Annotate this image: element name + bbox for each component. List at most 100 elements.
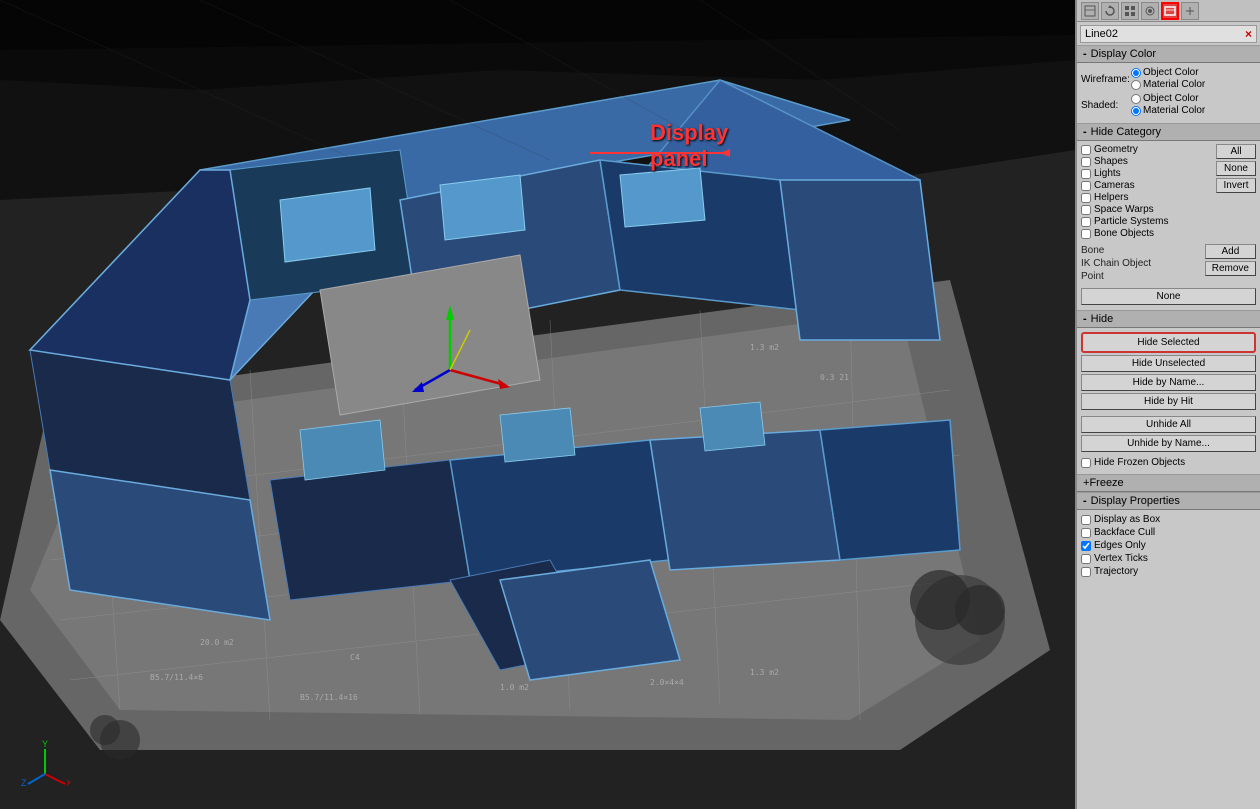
bone-list-items: Bone IK Chain Object Point [1081,244,1202,283]
display-annotation: Display panel [650,120,728,173]
svg-text:X: X [66,778,70,788]
point-item: Point [1081,270,1202,283]
invert-button[interactable]: Invert [1216,178,1256,193]
none-btn-container: None [1081,288,1256,307]
helpers-label: Helpers [1094,192,1128,203]
helpers-row: Helpers [1081,192,1213,203]
display-as-box-checkbox[interactable] [1081,515,1091,525]
hide-frozen-label: Hide Frozen Objects [1094,457,1185,468]
shaded-object-color-radio[interactable] [1131,94,1141,104]
svg-text:Y: Y [42,739,48,749]
trajectory-checkbox[interactable] [1081,567,1091,577]
ik-chain-item: IK Chain Object [1081,257,1202,270]
display-properties-header[interactable]: - Display Properties [1077,492,1260,510]
display-properties-title: Display Properties [1091,495,1180,507]
svg-text:B5.7/11.4×16: B5.7/11.4×16 [300,693,358,702]
wireframe-object-color-radio[interactable] [1131,68,1141,78]
bone-add-remove-row: Bone IK Chain Object Point Add Remove [1081,244,1256,283]
svg-text:0.3 21: 0.3 21 [820,373,849,382]
lights-label: Lights [1094,168,1121,179]
unhide-by-name-button[interactable]: Unhide by Name... [1081,435,1256,452]
display-color-content: Wireframe: Object Color Material Color S… [1077,63,1260,123]
hide-unselected-button[interactable]: Hide Unselected [1081,355,1256,372]
freeze-header[interactable]: + Freeze [1077,474,1260,492]
edges-only-checkbox[interactable] [1081,541,1091,551]
hide-category-header[interactable]: - Hide Category [1077,123,1260,141]
shaded-material-color-label: Material Color [1143,105,1205,116]
vertex-ticks-checkbox[interactable] [1081,554,1091,564]
shaded-row: Shaded: Object Color Material Color [1081,93,1256,117]
toolbar-icon-1[interactable] [1081,2,1099,20]
bone-objects-label: Bone Objects [1094,228,1154,239]
hide-header[interactable]: - Hide [1077,310,1260,328]
add-button[interactable]: Add [1205,244,1256,259]
bone-item: Bone [1081,244,1202,257]
toolbar-icon-display-active[interactable] [1161,2,1179,20]
trajectory-label: Trajectory [1094,566,1138,577]
wireframe-object-color-label: Object Color [1143,67,1199,78]
edges-only-row: Edges Only [1081,540,1256,551]
display-color-header[interactable]: - Display Color [1077,45,1260,63]
shaded-material-color-radio[interactable] [1131,106,1141,116]
wireframe-material-color-radio[interactable] [1131,80,1141,90]
bone-objects-checkbox[interactable] [1081,229,1091,239]
toolbar-icon-6[interactable] [1181,2,1199,20]
svg-text:1.0 m2: 1.0 m2 [500,683,529,692]
shaded-option-1[interactable]: Object Color [1131,93,1205,104]
right-panel: Line02 × - Display Color Wireframe: Obje… [1075,0,1260,809]
toolbar-icon-3[interactable] [1121,2,1139,20]
shaded-label: Shaded: [1081,100,1131,111]
hide-by-hit-button[interactable]: Hide by Hit [1081,393,1256,410]
hide-category-title: Hide Category [1091,126,1161,138]
geometry-checkbox[interactable] [1081,145,1091,155]
wireframe-option-1[interactable]: Object Color [1131,67,1205,78]
shapes-label: Shapes [1094,156,1128,167]
freeze-title: Freeze [1089,477,1123,489]
cameras-label: Cameras [1094,180,1135,191]
remove-button[interactable]: Remove [1205,261,1256,276]
category-main-layout: Geometry Shapes Lights Cameras Helpers [1081,144,1256,240]
shaded-object-color-label: Object Color [1143,93,1199,104]
helpers-checkbox[interactable] [1081,193,1091,203]
display-as-box-label: Display as Box [1094,514,1160,525]
hide-content: Hide Selected Hide Unselected Hide by Na… [1077,328,1260,474]
none-button-cat[interactable]: None [1216,161,1256,176]
svg-text:C4: C4 [350,653,360,662]
particle-systems-checkbox[interactable] [1081,217,1091,227]
shapes-checkbox[interactable] [1081,157,1091,167]
none-main-button[interactable]: None [1081,288,1256,305]
lights-row: Lights [1081,168,1213,179]
trajectory-row: Trajectory [1081,566,1256,577]
hide-by-name-button[interactable]: Hide by Name... [1081,374,1256,391]
lights-checkbox[interactable] [1081,169,1091,179]
wireframe-option-2[interactable]: Material Color [1131,79,1205,90]
space-warps-row: Space Warps [1081,204,1213,215]
close-button[interactable]: × [1245,27,1252,41]
backface-cull-row: Backface Cull [1081,527,1256,538]
annotation-text: Display panel [650,120,728,173]
svg-text:1.3 m2: 1.3 m2 [750,343,779,352]
wireframe-row: Wireframe: Object Color Material Color [1081,67,1256,91]
all-button[interactable]: All [1216,144,1256,159]
unhide-all-button[interactable]: Unhide All [1081,416,1256,433]
cameras-checkbox[interactable] [1081,181,1091,191]
vertex-ticks-label: Vertex Ticks [1094,553,1148,564]
object-name-text: Line02 [1085,28,1245,40]
shaded-option-2[interactable]: Material Color [1131,105,1205,116]
vertex-ticks-row: Vertex Ticks [1081,553,1256,564]
hide-frozen-checkbox[interactable] [1081,458,1091,468]
object-name-row: Line02 × [1080,25,1257,43]
cameras-row: Cameras [1081,180,1213,191]
space-warps-checkbox[interactable] [1081,205,1091,215]
toolbar-icon-2[interactable] [1101,2,1119,20]
scene-svg: B5.7/11.4×6 B5.7/11.4×16 1.0 m2 2.0×4×4 … [0,0,1075,809]
svg-text:20.0 m2: 20.0 m2 [200,638,234,647]
toolbar-icon-4[interactable] [1141,2,1159,20]
particle-systems-row: Particle Systems [1081,216,1213,227]
svg-text:B5.7/11.4×6: B5.7/11.4×6 [150,673,203,682]
shaded-radio-group: Object Color Material Color [1131,93,1205,117]
display-props-collapse: - [1083,495,1087,507]
backface-cull-checkbox[interactable] [1081,528,1091,538]
axis-indicator: Y X Z [20,739,70,789]
hide-selected-button[interactable]: Hide Selected [1081,332,1256,353]
